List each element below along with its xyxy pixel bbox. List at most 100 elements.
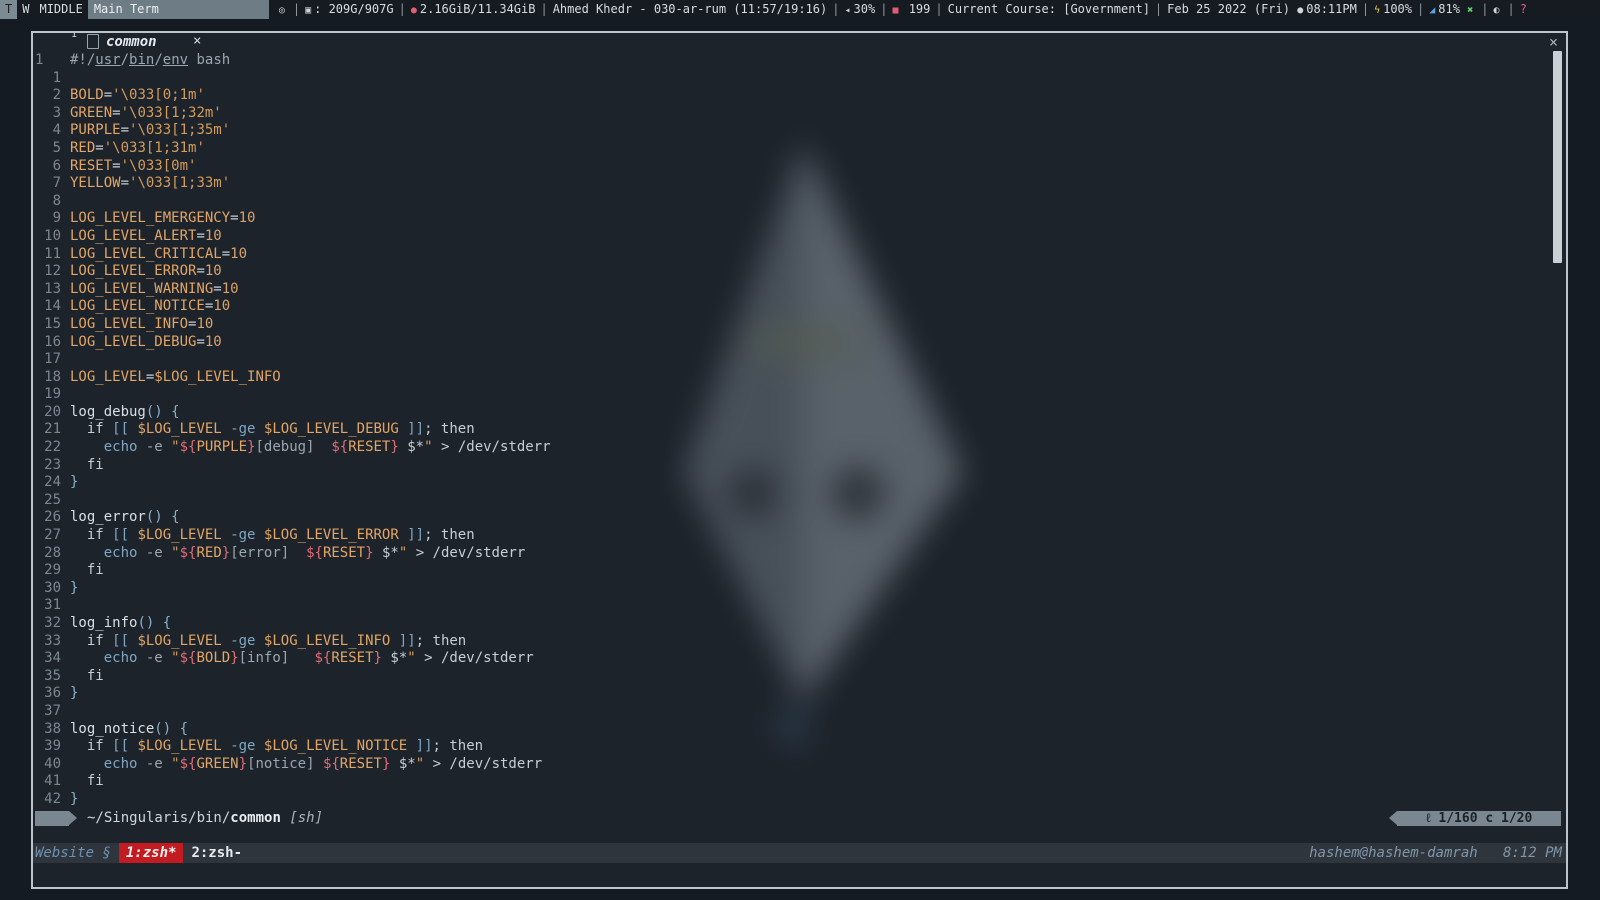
line-number: 32 xyxy=(44,615,61,631)
line-number: 13 xyxy=(44,280,61,297)
line-number: 36 xyxy=(44,685,61,702)
brightness-level: 81% xyxy=(1438,1,1460,16)
memory-usage: 2.16GiB/11.34GiB xyxy=(419,1,536,16)
tmux-left: Website § 1:zsh* 2:zsh- xyxy=(33,843,250,863)
tmux-statusbar: Website § 1:zsh* 2:zsh- hashem@hashem-damr… xyxy=(33,843,1566,863)
file-name: common xyxy=(230,810,281,826)
help-icon[interactable]: ? xyxy=(1516,0,1531,19)
tab-close-icon[interactable]: × xyxy=(193,33,201,49)
tmux-session-name: Website § xyxy=(35,845,111,861)
line-number: 5 xyxy=(52,139,61,156)
line-text: #!/usr/bin/env bash xyxy=(70,52,231,68)
code-line: 29 fi xyxy=(33,562,1533,580)
focused-window-title: Main Term xyxy=(87,0,269,19)
window-close-icon[interactable]: × xyxy=(1549,33,1558,51)
tab-common[interactable]: common xyxy=(106,34,157,50)
tmux-window-2[interactable]: 2:zsh- xyxy=(183,843,250,863)
chrome-icon[interactable]: ◎ xyxy=(279,5,285,16)
code-line: 32 log_info() { xyxy=(33,615,1533,633)
line-text: echo -e "${RED}[error] ${RESET} $*" > /d… xyxy=(103,544,526,561)
line-number: 38 xyxy=(44,720,61,737)
line-text: RESET='\033[0m' xyxy=(70,157,197,174)
line-text: BOLD='\033[0;1m' xyxy=(70,87,205,104)
position-arrow xyxy=(1389,811,1397,825)
line-text: fi xyxy=(86,456,104,473)
date-module: Feb 25 2022 (Fri) ● 08:11PM xyxy=(1163,0,1361,19)
tmux-window-1[interactable]: 1:zsh* xyxy=(118,843,184,863)
line-number: 24 xyxy=(44,474,61,491)
line-text: fi xyxy=(86,773,104,790)
package-icon: ■ xyxy=(892,4,899,16)
line-text: echo -e "${GREEN}[notice] ${RESET} $*" >… xyxy=(103,755,543,772)
code-line: 6 RESET='\033[0m' xyxy=(33,158,1533,176)
line-text: LOG_LEVEL_CRITICAL=10 xyxy=(70,245,248,262)
line-text: if [[ $LOG_LEVEL -ge $LOG_LEVEL_ERROR ]]… xyxy=(86,527,475,544)
brightness-module[interactable]: ◢ 81% ✖ xyxy=(1425,0,1480,19)
line-text: LOG_LEVEL_INFO=10 xyxy=(70,315,214,332)
line-text: if [[ $LOG_LEVEL -ge $LOG_LEVEL_INFO ]];… xyxy=(86,632,467,649)
line-number: 15 xyxy=(44,315,61,332)
line-number: 28 xyxy=(44,544,61,561)
code-line: 41 fi xyxy=(33,773,1533,791)
disk-usage: 209G/907G xyxy=(328,1,394,16)
file-path: ~/Singularis/bin/common [sh] xyxy=(87,810,323,826)
line-number: 17 xyxy=(44,351,61,368)
tmux-host: hashem@hashem-damrah xyxy=(1309,845,1478,861)
line-number: 40 xyxy=(44,755,61,772)
line-text: } xyxy=(70,685,79,702)
line-number: 29 xyxy=(44,562,61,579)
line-number: 14 xyxy=(44,298,61,315)
mode-indicator xyxy=(35,811,69,826)
top-bar: T W MIDDLE Main Term ◎ | ▣: 209G/907G | … xyxy=(0,0,1600,19)
toggle-icon[interactable]: ◐ xyxy=(1493,5,1499,16)
code-buffer[interactable]: 1 #!/usr/bin/env bash 1 2 BOLD='\033[0;1m' 3 G… xyxy=(33,52,1533,809)
line-text: log_error() { xyxy=(70,509,180,526)
line-number: 10 xyxy=(44,227,61,244)
line-number: 35 xyxy=(44,667,61,684)
brightness-icon: ◢ xyxy=(1429,4,1436,16)
line-text: LOG_LEVEL_ERROR=10 xyxy=(70,263,222,280)
line-number: 19 xyxy=(44,386,61,403)
workspace-button-w[interactable]: W xyxy=(17,0,34,19)
code-line: 22 echo -e "${PURPLE}[debug] ${RESET} $*… xyxy=(33,439,1533,457)
line-text: PURPLE='\033[1;35m' xyxy=(70,122,231,139)
volume-level: 30% xyxy=(853,1,876,16)
code-line: 12 LOG_LEVEL_ERROR=10 xyxy=(33,263,1533,281)
vim-statusline: ~/Singularis/bin/common [sh] ℓ 1/160 c 1… xyxy=(33,808,1566,828)
scrollbar-thumb[interactable] xyxy=(1553,51,1562,263)
updates-module[interactable]: ■ 199 xyxy=(888,0,934,19)
code-line: 37 xyxy=(33,703,1533,721)
clock-icon: ● xyxy=(1297,4,1304,16)
file-icon xyxy=(87,34,99,49)
code-line: 31 xyxy=(33,597,1533,615)
volume-module[interactable]: ◂ 30% xyxy=(840,0,879,19)
updates-count: 199 xyxy=(908,1,931,16)
workspace-button-t[interactable]: T xyxy=(0,0,18,19)
code-line: 23 fi xyxy=(33,457,1533,475)
line-text: } xyxy=(70,474,79,491)
code-line: 30} xyxy=(33,580,1533,598)
code-line: 40 echo -e "${GREEN}[notice] ${RESET} $*… xyxy=(33,756,1533,774)
line-number: 26 xyxy=(44,509,61,526)
cursor-position: ℓ 1/160 c 1/20 xyxy=(1397,811,1561,826)
line-text: LOG_LEVEL_DEBUG=10 xyxy=(70,333,222,350)
workspace-button-middle[interactable]: MIDDLE xyxy=(34,0,87,19)
line-text: if [[ $LOG_LEVEL -ge $LOG_LEVEL_DEBUG ]]… xyxy=(86,421,475,438)
line-number: 31 xyxy=(44,597,61,614)
line-number: 41 xyxy=(44,773,61,790)
line-number: 25 xyxy=(44,491,61,508)
line-text: fi xyxy=(86,562,104,579)
code-line: 18 LOG_LEVEL=$LOG_LEVEL_INFO xyxy=(33,369,1533,387)
line-text: echo -e "${PURPLE}[debug] ${RESET} $*" >… xyxy=(103,439,551,456)
battery-module: ϟ 100% xyxy=(1370,0,1416,19)
battery-level: 100% xyxy=(1383,1,1412,16)
music-now-playing[interactable]: Ahmed Khedr - 030-ar-rum (11:57/19:16) xyxy=(549,0,832,19)
code-line: 26 log_error() { xyxy=(33,509,1533,527)
line-text: log_info() { xyxy=(70,615,172,631)
file-type: [sh] xyxy=(289,810,324,826)
code-line: 20 log_debug() { xyxy=(33,404,1533,422)
line-text: GREEN='\033[1;32m' xyxy=(70,104,222,121)
code-line: 39 if [[ $LOG_LEVEL -ge $LOG_LEVEL_NOTIC… xyxy=(33,738,1533,756)
line-number: 39 xyxy=(44,738,61,755)
terminal-window[interactable]: 1 common × × 1 #!/usr/bin/env bash 1 2 BOLD=… xyxy=(31,31,1568,889)
